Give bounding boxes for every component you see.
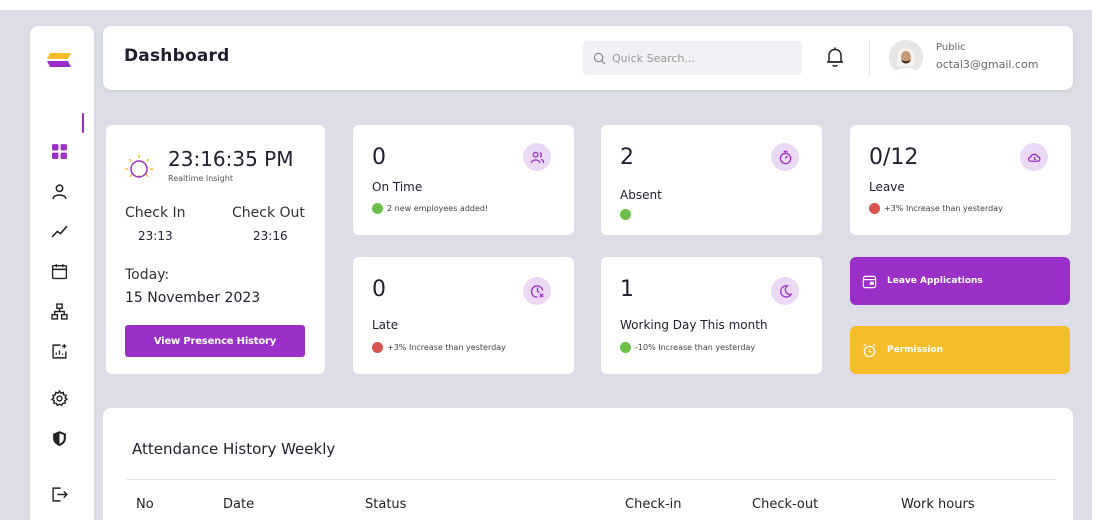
shield-icon [52,430,66,446]
permission-button[interactable]: Permission [850,326,1070,374]
column-header-date[interactable]: Date [223,497,254,512]
org-chart-icon [50,302,68,320]
column-header-status[interactable]: Status [365,497,406,512]
sidebar-item-profile[interactable] [44,179,74,203]
sidebar-item-organization[interactable] [44,299,74,323]
leave-note: +3% Increase than yesterday [869,203,1003,214]
search-box[interactable] [583,41,802,75]
on-time-note: 2 new employees added! [372,203,488,214]
attendance-divider [126,479,1056,480]
user-role: Public [936,42,966,53]
alarm-icon [863,343,876,357]
permission-label: Permission [887,345,943,355]
leave-applications-label: Leave Applications [887,276,983,286]
top-header: Dashboard Public octal3@gmail.com [103,26,1073,90]
user-icon [51,183,67,199]
absent-label: Absent [620,188,662,202]
settings-icon [50,389,68,406]
bell-icon[interactable] [825,46,845,68]
late-label: Late [372,318,399,332]
leave-count: 0/12 [869,145,919,170]
trend-icon [50,225,68,237]
absent-count: 2 [620,145,634,170]
users-icon [523,143,551,171]
page-title: Dashboard [124,46,230,66]
view-presence-history-button[interactable]: View Presence History [125,325,305,357]
clock-x-icon [523,277,551,305]
attendance-title: Attendance History Weekly [132,440,336,458]
column-header-check-in[interactable]: Check-in [625,497,682,512]
trend-up-icon [620,209,631,220]
absent-card[interactable]: 2 Absent [601,125,822,235]
column-header-no[interactable]: No [136,497,154,512]
cloud-clock-icon [1020,143,1048,171]
sidebar-item-settings[interactable] [44,386,74,410]
check-out-label: Check Out [232,205,305,221]
search-input[interactable] [612,51,792,65]
avatar[interactable] [889,40,923,74]
working-day-card[interactable]: 1 Working Day This month -10% Increase t… [601,257,822,374]
check-in-label: Check In [125,205,186,221]
user-email: octal3@gmail.com [936,58,1039,71]
absent-note [620,209,635,220]
time-subtitle: Realtime Insight [168,174,233,183]
column-header-work-hours[interactable]: Work hours [901,497,975,512]
trend-down-icon [372,342,383,353]
working-day-count: 1 [620,277,634,302]
report-add-icon [51,343,67,359]
calendar-icon [51,263,67,279]
user-avatar-icon [889,40,923,74]
header-divider [869,40,870,76]
moon-icon [771,277,799,305]
sidebar-item-dashboard[interactable] [44,139,74,163]
today-date: 15 November 2023 [125,290,261,306]
on-time-note-text: 2 new employees added! [387,204,489,213]
today-label: Today: [125,267,170,283]
grid-icon [51,143,67,159]
logout-icon [51,486,68,502]
trend-down-icon [869,203,880,214]
sidebar [30,26,94,520]
working-day-label: Working Day This month [620,318,768,332]
calendar-icon [862,275,877,288]
leave-note-text: +3% Increase than yesterday [884,204,1003,213]
working-day-note: -10% Increase than yesterday [620,342,755,353]
check-in-value: 23:13 [138,229,173,243]
on-time-count: 0 [372,145,386,170]
sidebar-item-analytics[interactable] [44,219,74,243]
current-time: 23:16:35 PM [168,147,294,171]
late-note: +3% Increase than yesterday [372,342,506,353]
sidebar-item-logout[interactable] [44,482,74,506]
sidebar-item-security[interactable] [44,426,74,450]
leave-applications-button[interactable]: Leave Applications [850,257,1070,305]
realtime-clock-card: 23:16:35 PM Realtime Insight Check In Ch… [106,125,325,374]
leave-label: Leave [869,180,905,194]
search-icon [593,52,606,64]
leave-card[interactable]: 0/12 Leave +3% Increase than yesterday [850,125,1071,235]
late-card[interactable]: 0 Late +3% Increase than yesterday [353,257,574,374]
sidebar-item-reports[interactable] [44,339,74,363]
late-count: 0 [372,277,386,302]
stopwatch-icon [771,143,799,171]
attendance-history-panel: Attendance History Weekly No Date Status… [103,408,1073,520]
column-header-check-out[interactable]: Check-out [752,497,818,512]
trend-up-icon [372,203,383,214]
sun-icon [125,155,153,178]
check-out-value: 23:16 [253,229,288,243]
trend-up-icon [620,342,631,353]
sidebar-item-calendar[interactable] [44,259,74,283]
app-logo-icon [47,53,71,67]
on-time-card[interactable]: 0 On Time 2 new employees added! [353,125,574,235]
late-note-text: +3% Increase than yesterday [387,343,506,352]
active-indicator [82,113,84,133]
working-day-note-text: -10% Increase than yesterday [635,343,756,352]
on-time-label: On Time [372,180,423,194]
